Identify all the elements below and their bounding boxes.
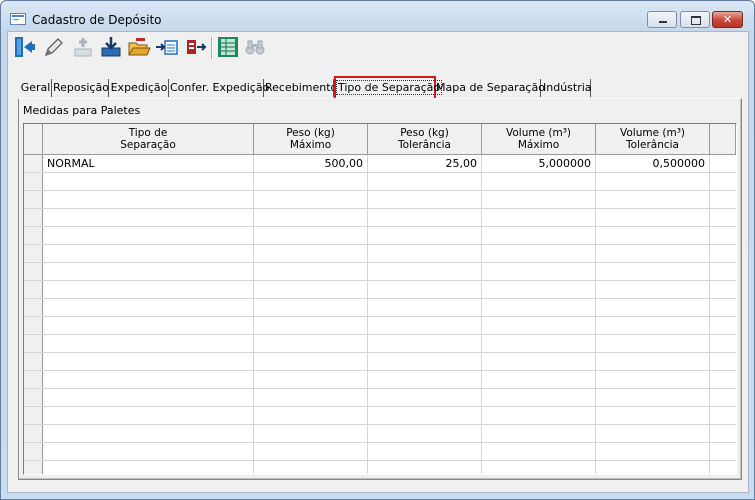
table-row[interactable]	[24, 227, 736, 245]
column-header-line: Tolerância	[398, 139, 451, 151]
cell-peso-max[interactable]: 500,00	[256, 155, 364, 173]
section-title: Medidas para Paletes	[23, 104, 141, 117]
column-header-line: Peso (kg)	[400, 127, 449, 139]
cell-vol-tol[interactable]: 0,500000	[598, 155, 706, 173]
close-button[interactable]: ✕	[712, 11, 743, 28]
grid-button[interactable]	[216, 35, 240, 59]
column-header-line: Volume (m³)	[619, 127, 686, 139]
tab-tipo-de-separacao[interactable]: Tipo de Separação	[334, 76, 443, 100]
table-row[interactable]	[24, 461, 736, 474]
maximize-icon	[691, 16, 701, 25]
open-button[interactable]	[127, 35, 151, 59]
tab-geral[interactable]: Geral	[20, 79, 52, 97]
minimize-button[interactable]	[647, 11, 677, 28]
main-window: Cadastro de Depósito ✕ Geral Reposição E…	[0, 0, 755, 500]
table-row[interactable]	[24, 317, 736, 335]
import-icon	[156, 40, 178, 55]
save-button[interactable]	[99, 35, 123, 59]
table-row[interactable]	[24, 209, 736, 227]
toolbar	[8, 32, 748, 64]
tab-recebimento[interactable]: Recebimento	[265, 79, 337, 97]
table-row[interactable]	[24, 335, 736, 353]
cell-tipo[interactable]: NORMAL	[47, 155, 247, 173]
table-row[interactable]	[24, 443, 736, 461]
edit-icon	[45, 38, 63, 56]
cell-peso-tol[interactable]: 25,00	[370, 155, 478, 173]
exit-icon	[15, 37, 35, 57]
column-header-line: Máximo	[517, 139, 560, 151]
tab-reposicao[interactable]: Reposição	[53, 79, 109, 97]
edit-button[interactable]	[42, 35, 66, 59]
column-header-vol-tol[interactable]: Volume (m³) Tolerância	[596, 124, 710, 155]
grid-corner	[24, 124, 43, 155]
export-button[interactable]	[184, 35, 208, 59]
table-row[interactable]	[24, 425, 736, 443]
column-header-tipo[interactable]: Tipo de Separação	[43, 124, 254, 155]
cell-vol-max[interactable]: 5,000000	[484, 155, 592, 173]
open-icon	[128, 38, 151, 56]
add-button[interactable]	[71, 35, 95, 59]
exit-button[interactable]	[12, 35, 36, 59]
column-header-peso-max[interactable]: Peso (kg) Máximo	[254, 124, 368, 155]
column-header-filler	[710, 124, 736, 155]
add-icon	[74, 38, 92, 57]
export-icon	[187, 40, 207, 54]
column-header-line: Separação	[120, 139, 176, 151]
column-header-line: Máximo	[289, 139, 332, 151]
table-row[interactable]	[24, 407, 736, 425]
app-icon	[10, 13, 26, 25]
column-header-peso-tol[interactable]: Peso (kg) Tolerância	[368, 124, 482, 155]
data-grid[interactable]: Tipo de Separação Peso (kg) Máximo Peso …	[23, 123, 737, 475]
table-row[interactable]	[24, 371, 736, 389]
binoculars-icon	[245, 40, 265, 55]
table-row[interactable]	[24, 353, 736, 371]
title-bar[interactable]: Cadastro de Depósito ✕	[1, 1, 754, 31]
close-icon: ✕	[722, 13, 733, 26]
save-icon	[101, 37, 121, 57]
tab-expedicao[interactable]: Expedição	[110, 79, 169, 97]
import-button[interactable]	[155, 35, 179, 59]
client-area: Geral Reposição Expedição Confer. Expedi…	[7, 31, 749, 493]
table-row[interactable]	[24, 389, 736, 407]
window-title: Cadastro de Depósito	[32, 13, 162, 27]
grid-icon	[218, 37, 238, 57]
table-row[interactable]	[24, 299, 736, 317]
tab-industria[interactable]: Indústria	[543, 79, 592, 97]
table-row[interactable]	[24, 245, 736, 263]
tab-mapa-de-separacao[interactable]: Mapa de Separação	[436, 79, 545, 97]
table-row[interactable]	[24, 263, 736, 281]
search-button[interactable]	[243, 35, 267, 59]
minimize-icon	[659, 21, 667, 23]
column-header-line: Tolerância	[626, 139, 679, 151]
toolbar-separator	[211, 37, 213, 59]
tab-confer-expedicao[interactable]: Confer. Expedição	[170, 79, 269, 97]
column-header-line: Tipo de	[128, 127, 168, 139]
column-header-line: Volume (m³)	[505, 127, 572, 139]
table-row[interactable]	[24, 173, 736, 191]
column-header-line: Peso (kg)	[286, 127, 335, 139]
column-header-vol-max[interactable]: Volume (m³) Máximo	[482, 124, 596, 155]
table-row[interactable]	[24, 191, 736, 209]
maximize-button[interactable]	[680, 11, 710, 28]
tab-panel: Medidas para Paletes Tipo de Separação P…	[18, 98, 742, 480]
table-row[interactable]	[24, 281, 736, 299]
